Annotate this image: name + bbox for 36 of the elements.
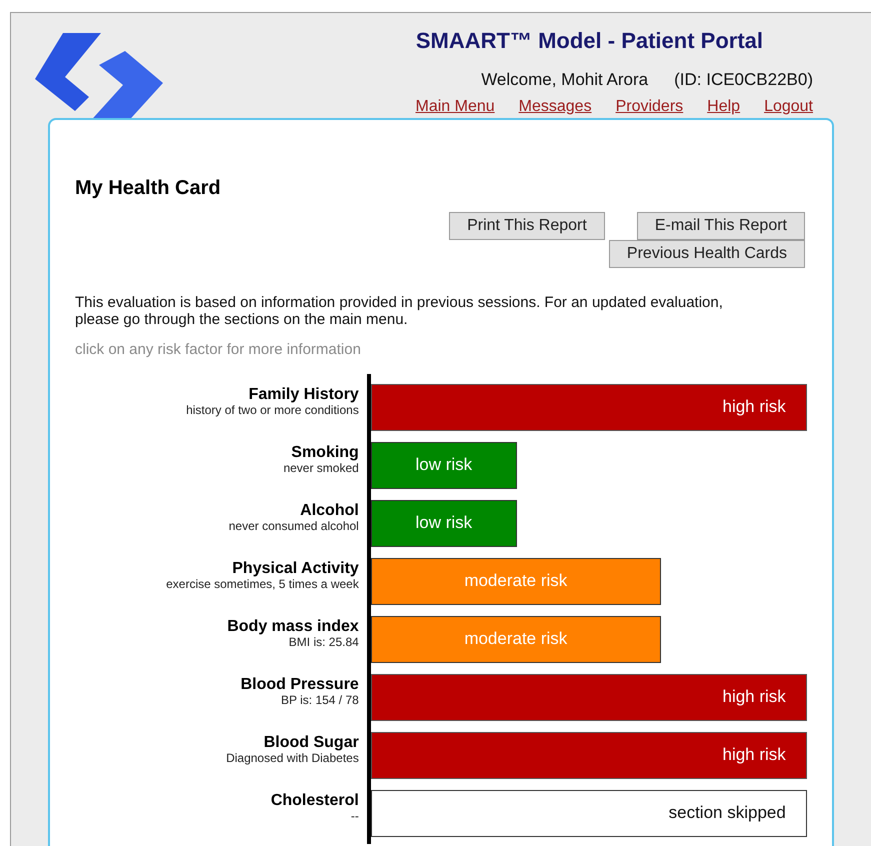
risk-bar[interactable]: high risk	[370, 384, 807, 430]
risk-factor-name[interactable]: Alcohol	[300, 502, 359, 520]
risk-factor-detail: never smoked	[282, 462, 359, 474]
risk-factor-detail: Diagnosed with Diabetes	[225, 752, 359, 764]
card-title: My Health Card	[75, 176, 222, 201]
risk-factor-name[interactable]: Cholesterol	[270, 792, 359, 810]
print-report-button[interactable]: Print This Report	[449, 212, 605, 240]
risk-bar[interactable]: high risk	[370, 732, 807, 778]
risk-factor-name[interactable]: Blood Sugar	[264, 734, 359, 752]
risk-bar[interactable]: section skipped	[370, 790, 807, 836]
nav-link[interactable]: Help	[707, 94, 740, 118]
risk-factor-detail: BP is: 154 / 78	[280, 694, 359, 706]
welcome-text: Welcome, Mohit Arora	[481, 69, 648, 91]
risk-factor-name[interactable]: Physical Activity	[232, 560, 359, 578]
nav-link[interactable]: Messages	[518, 94, 592, 118]
nav-link[interactable]: Main Menu	[416, 94, 495, 118]
risk-factor-detail: exercise sometimes, 5 times a week	[165, 578, 359, 590]
previous-health-cards-button[interactable]: Previous Health Cards	[608, 240, 805, 268]
intro-text: This evaluation is based on information provided in previous sessions. For an updated evaluation, please go through the sections on the main menu.	[75, 294, 724, 328]
risk-factor-name[interactable]: Family History	[248, 386, 359, 404]
risk-factor-detail: BMI is: 25.84	[288, 636, 359, 648]
email-report-button[interactable]: E-mail This Report	[636, 212, 805, 240]
risk-bar[interactable]: low risk	[370, 500, 517, 546]
risk-factor-detail: --	[350, 810, 359, 822]
patient-id: (ID: ICE0CB22B0)	[674, 69, 813, 91]
nav-link[interactable]: Logout	[764, 94, 813, 118]
risk-factor-name[interactable]: Smoking	[291, 444, 359, 462]
risk-factor-detail: never consumed alcohol	[228, 520, 359, 532]
risk-factor-name[interactable]: Body mass index	[227, 618, 359, 636]
hint-text: click on any risk factor for more information	[75, 340, 362, 360]
risk-factor-name[interactable]: Blood Pressure	[240, 676, 359, 694]
portal-title: SMAART™ Model - Patient Portal	[416, 27, 763, 55]
nav-link[interactable]: Providers	[616, 94, 684, 118]
risk-bar[interactable]: high risk	[370, 674, 807, 720]
risk-bar[interactable]: low risk	[370, 442, 517, 488]
risk-factor-detail: history of two or more conditions	[185, 404, 359, 416]
